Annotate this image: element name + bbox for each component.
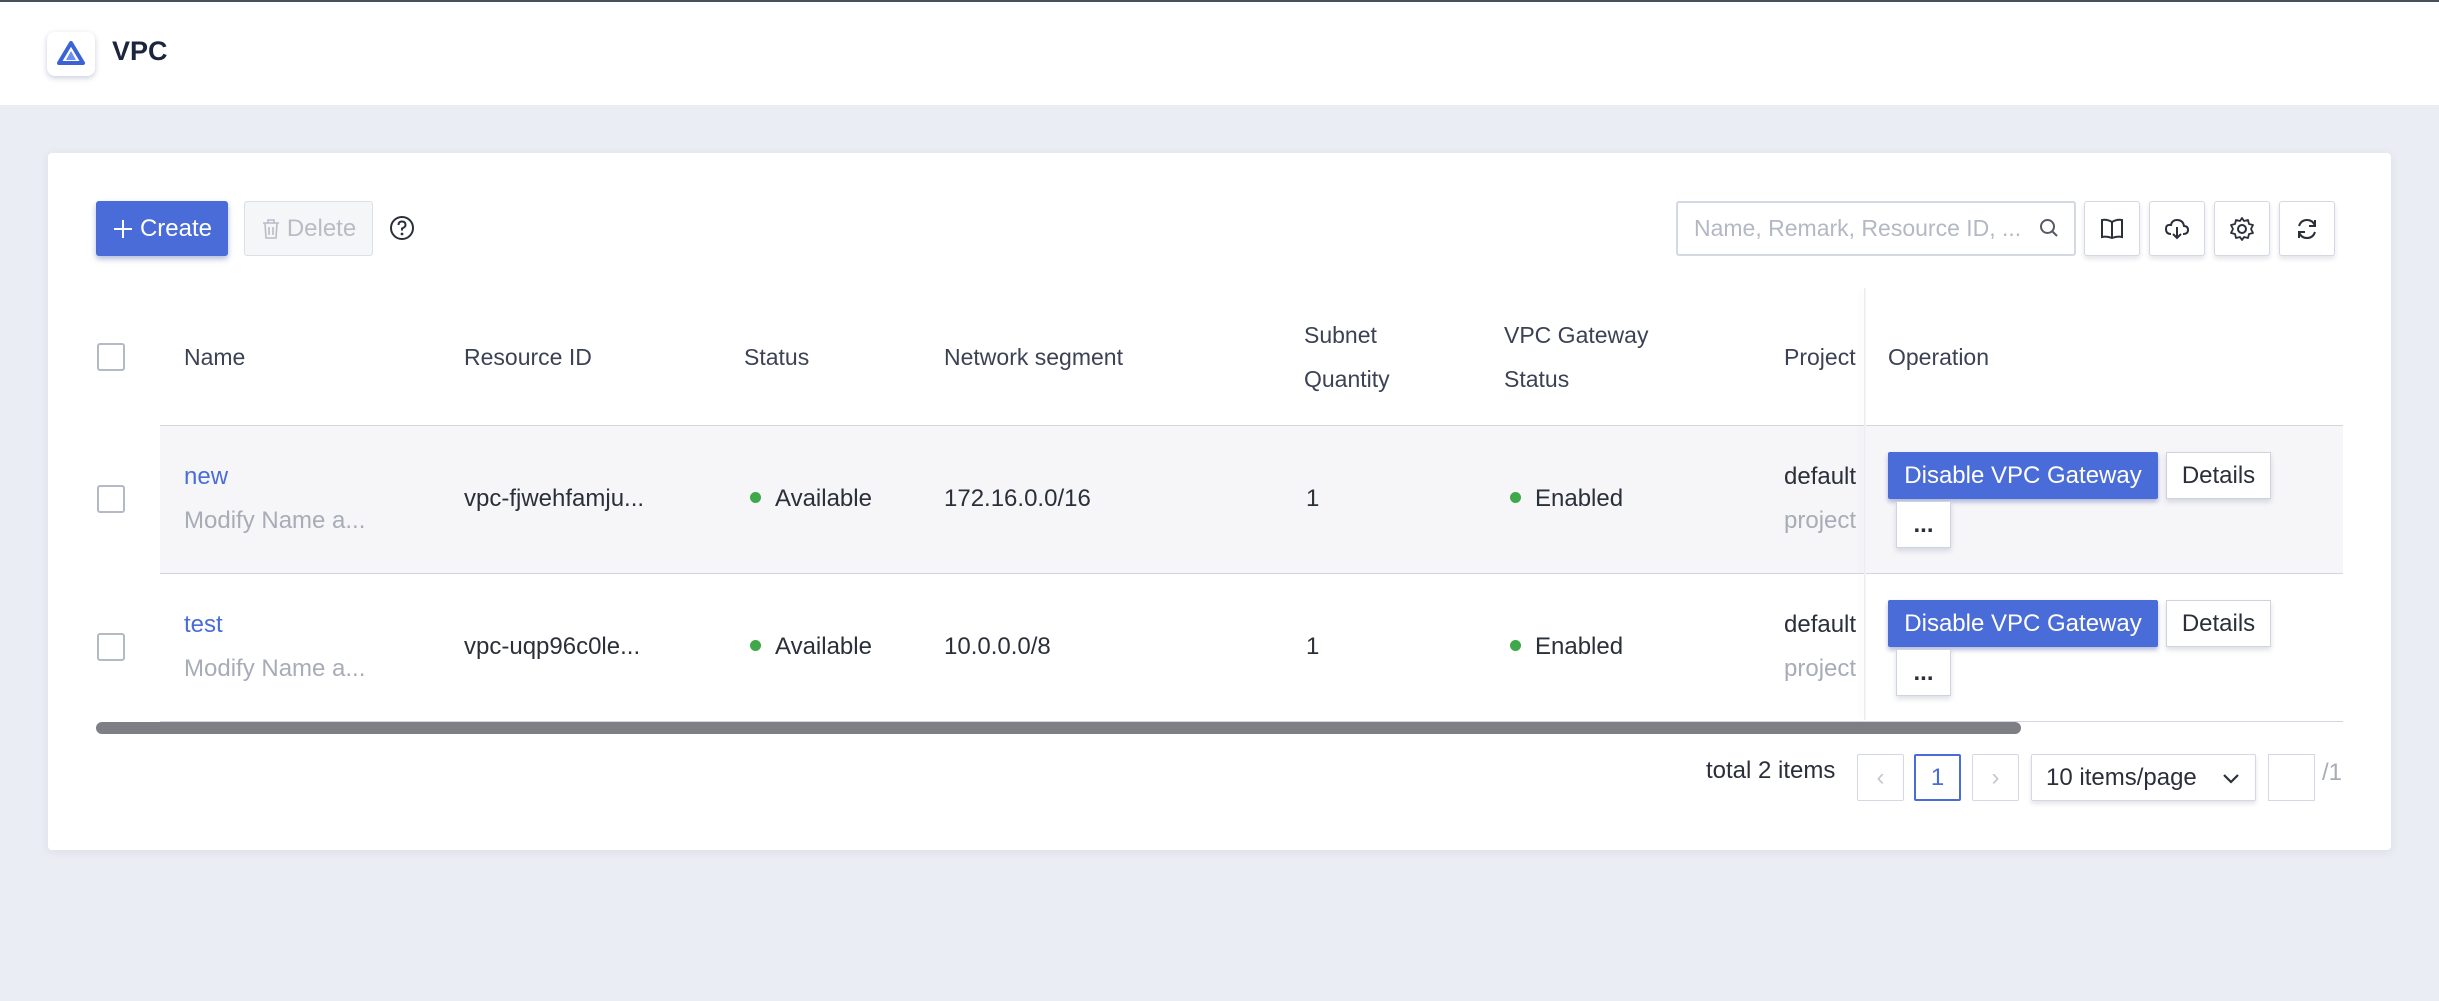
vpc-status: Available xyxy=(750,485,872,513)
horizontal-scrollbar[interactable] xyxy=(96,722,2021,734)
row-checkbox[interactable] xyxy=(97,633,125,661)
chevron-down-icon xyxy=(2223,774,2239,784)
page-size-select[interactable]: 10 items/page xyxy=(2031,754,2256,801)
column-header-name[interactable]: Name xyxy=(184,335,245,379)
gear-icon xyxy=(2230,216,2254,241)
vpc-gateway-status: Enabled xyxy=(1510,633,1623,661)
status-text: Available xyxy=(775,485,872,512)
prev-page-button[interactable]: ‹ xyxy=(1857,754,1904,801)
column-header-operation: Operation xyxy=(1888,344,1990,370)
vpc-project-sub: project xyxy=(1784,655,1857,682)
vpc-project-sub: project xyxy=(1784,507,1857,534)
page-1-button[interactable]: 1 xyxy=(1914,754,1961,801)
help-icon[interactable] xyxy=(388,214,416,242)
total-pages: /1 xyxy=(2322,759,2343,786)
vpc-subnet-quantity: 1 xyxy=(1306,485,1320,512)
column-header-network-segment[interactable]: Network segment xyxy=(944,335,1123,379)
settings-button[interactable] xyxy=(2214,201,2270,256)
refresh-icon xyxy=(2298,218,2316,239)
page-title: VPC xyxy=(112,36,168,66)
disable-vpc-gateway-button[interactable]: Disable VPC Gateway xyxy=(1888,452,2158,499)
gateway-status-text: Enabled xyxy=(1535,633,1624,660)
status-dot xyxy=(1510,492,1521,503)
logo-icon[interactable] xyxy=(47,32,95,76)
column-header-gateway-line1: VPC Gateway xyxy=(1504,322,1649,348)
column-header-subnet-quantity[interactable]: Subnet Quantity xyxy=(1304,313,1390,401)
trash-icon xyxy=(262,218,279,239)
app-header: VPC xyxy=(0,2,2439,105)
download-button[interactable] xyxy=(2149,201,2205,256)
vpc-resource-id: vpc-fjwehfamju... xyxy=(464,485,645,512)
vpc-network-segment: 10.0.0.0/8 xyxy=(944,633,1051,660)
vpc-project: default xyxy=(1784,611,1857,638)
row-divider xyxy=(160,573,2343,574)
next-page-button[interactable]: › xyxy=(1972,754,2019,801)
details-button[interactable]: Details xyxy=(2166,600,2271,647)
column-header-subnet-line1: Subnet xyxy=(1304,322,1377,348)
cloud-download-icon xyxy=(2164,218,2190,239)
vpc-project: default xyxy=(1784,463,1857,490)
delete-button-label: Delete xyxy=(286,214,357,242)
column-header-project[interactable]: Project xyxy=(1784,335,1862,379)
search-input[interactable] xyxy=(1694,208,2034,249)
row-checkbox[interactable] xyxy=(97,485,125,513)
page-jump-input[interactable] xyxy=(2268,754,2315,801)
column-header-resource-id[interactable]: Resource ID xyxy=(464,335,592,379)
column-header-subnet-line2: Quantity xyxy=(1304,366,1390,392)
vpc-status: Available xyxy=(750,633,872,661)
details-button[interactable]: Details xyxy=(2166,452,2271,499)
docs-button[interactable] xyxy=(2084,201,2140,256)
plus-icon xyxy=(113,219,132,238)
create-button[interactable]: Create xyxy=(96,201,228,256)
status-dot xyxy=(750,640,761,651)
more-actions-button[interactable]: ... xyxy=(1896,501,1951,548)
vpc-remark[interactable]: Modify Name a... xyxy=(184,655,365,683)
disable-vpc-gateway-button[interactable]: Disable VPC Gateway xyxy=(1888,600,2158,647)
vpc-network-segment: 172.16.0.0/16 xyxy=(944,485,1091,512)
search-icon[interactable] xyxy=(2038,217,2060,239)
status-text: Available xyxy=(775,633,872,660)
column-header-vpc-gateway-status[interactable]: VPC Gateway Status xyxy=(1504,313,1648,401)
refresh-button[interactable] xyxy=(2279,201,2335,256)
status-dot xyxy=(1510,640,1521,651)
delete-button[interactable]: Delete xyxy=(244,201,373,256)
create-button-label: Create xyxy=(139,214,213,242)
book-icon xyxy=(2101,218,2123,239)
pagination-total: total 2 items xyxy=(1706,757,1836,784)
column-header-gateway-line2: Status xyxy=(1504,366,1570,392)
vpc-name-link[interactable]: test xyxy=(184,611,223,639)
vpc-gateway-status: Enabled xyxy=(1510,485,1623,513)
operation-column-shadow xyxy=(1864,288,1866,720)
vpc-list-card: Create Delete Name, Remark, Resource ID,… xyxy=(48,153,2391,850)
vpc-remark[interactable]: Modify Name a... xyxy=(184,507,365,535)
vpc-subnet-quantity: 1 xyxy=(1306,633,1320,660)
more-actions-button[interactable]: ... xyxy=(1896,649,1951,696)
status-dot xyxy=(750,492,761,503)
vpc-name-link[interactable]: new xyxy=(184,463,228,491)
search-box xyxy=(1676,201,2076,256)
vpc-resource-id: vpc-uqp96c0le... xyxy=(464,633,641,660)
column-header-status[interactable]: Status xyxy=(744,335,809,379)
select-all-checkbox[interactable] xyxy=(97,343,125,371)
page-size-value: 10 items/page xyxy=(2046,763,2197,791)
gateway-status-text: Enabled xyxy=(1535,485,1624,512)
